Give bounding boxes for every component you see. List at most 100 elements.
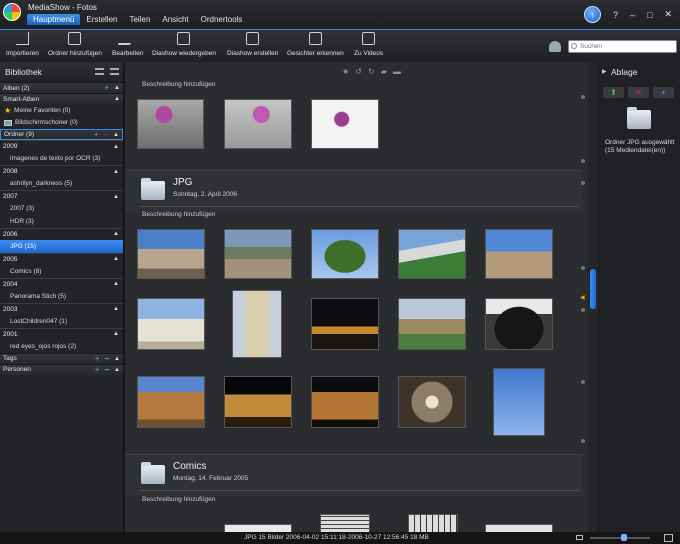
photo-thumbnail[interactable] [398, 229, 466, 279]
create-slideshow-button[interactable]: Diashow erstellen [227, 32, 278, 57]
collapse-icon[interactable]: ▲ [114, 95, 120, 103]
menu-ansicht[interactable]: Ansicht [156, 14, 194, 25]
photo-thumbnail[interactable] [311, 298, 379, 350]
add-person-icon[interactable]: + [95, 365, 100, 374]
folder-item[interactable]: Panorama Stich (5) [0, 290, 123, 303]
to-videos-button[interactable]: Zu Videos [354, 32, 383, 57]
year-2003[interactable]: 2003 ▲ [0, 302, 123, 316]
zoom-out-icon[interactable] [576, 535, 583, 540]
rotate-right-icon[interactable]: ↻ [368, 67, 375, 76]
year-2006[interactable]: 2006 ▲ [0, 227, 123, 241]
search-input[interactable] [569, 41, 676, 52]
collapse-icon[interactable]: ▲ [113, 231, 119, 237]
zoom-in-icon[interactable] [664, 534, 673, 542]
photo-thumbnail[interactable] [311, 99, 379, 149]
photo-thumbnail[interactable] [224, 229, 292, 279]
folder-item[interactable]: LostChildren047 (1) [0, 315, 123, 328]
add-description-link[interactable]: Beschreibung hinzufügen [142, 81, 215, 88]
photo-thumbnail[interactable] [137, 376, 205, 428]
photo-thumbnail[interactable] [485, 229, 553, 279]
photo-thumbnail[interactable] [224, 524, 292, 532]
year-2007[interactable]: 2007 ▲ [0, 190, 123, 203]
update-arrow-icon[interactable]: ↑ [583, 6, 601, 23]
menu-teilen[interactable]: Teilen [123, 14, 156, 25]
restore-button[interactable]: □ [647, 10, 652, 20]
remove-person-icon[interactable]: – [105, 365, 109, 374]
section-tags[interactable]: Tags + – ▲ [0, 352, 123, 364]
section-folders[interactable]: Ordner (9) + – ▲ [0, 129, 123, 140]
collapse-icon[interactable]: ▲ [113, 131, 119, 139]
add-tag-icon[interactable]: + [95, 354, 100, 363]
tray-remove-button[interactable]: ✕ [628, 87, 649, 98]
zoom-slider-knob[interactable] [621, 534, 627, 541]
add-folder-button[interactable]: Ordner hinzufügen [48, 32, 102, 57]
collapse-icon[interactable]: ▲ [114, 355, 120, 363]
photo-thumbnail[interactable] [224, 376, 292, 428]
year-2004[interactable]: 2004 ▲ [0, 277, 123, 291]
collapse-icon[interactable]: ▲ [113, 331, 119, 337]
folder-item[interactable]: imagenes de texto por OCR (3) [0, 153, 123, 166]
collapse-icon[interactable]: ▲ [113, 306, 119, 312]
photo-thumbnail[interactable] [485, 298, 553, 350]
minimize-button[interactable]: – [630, 10, 635, 20]
smart-album-screensaver[interactable]: Bildschirmschoner (0) [0, 117, 123, 130]
remove-tag-icon[interactable]: – [105, 354, 109, 363]
collapse-icon[interactable]: ▲ [114, 366, 120, 374]
folder-icon[interactable]: ▬ [393, 67, 401, 76]
menu-erstellen[interactable]: Erstellen [80, 14, 123, 25]
edit-button[interactable]: Bearbeiten [112, 32, 143, 57]
collapse-icon[interactable]: ▲ [113, 144, 119, 150]
year-2005[interactable]: 2005 ▲ [0, 252, 123, 266]
collapse-icon[interactable]: ▲ [114, 84, 120, 92]
add-description-link[interactable]: Beschreibung hinzufügen [142, 211, 215, 218]
rotate-left-icon[interactable]: ↺ [355, 67, 362, 76]
detail-view-icon[interactable] [110, 68, 119, 75]
vertical-scrollbar[interactable]: ◀ [580, 62, 598, 532]
photo-thumbnail[interactable] [224, 99, 292, 149]
zoom-slider[interactable] [590, 537, 650, 539]
photo-thumbnail[interactable] [137, 229, 205, 279]
section-smart-albums[interactable]: Smart-Alben ▲ [0, 93, 123, 104]
folder-item[interactable]: 2007 (3) [0, 203, 123, 216]
scrollbar-thumb[interactable] [590, 269, 596, 309]
collapse-icon[interactable]: ▲ [113, 169, 119, 175]
collapse-icon[interactable]: ▲ [113, 281, 119, 287]
smart-album-favorites[interactable]: ★ Meine Favoriten (0) [0, 104, 123, 117]
play-slideshow-button[interactable]: Diashow wiedergeben [152, 32, 216, 57]
photo-thumbnail[interactable] [485, 524, 553, 532]
photo-thumbnail[interactable] [493, 368, 545, 436]
tag-icon[interactable]: ▰ [381, 67, 387, 76]
folder-item[interactable]: Comics (8) [0, 265, 123, 278]
photo-thumbnail[interactable] [408, 514, 458, 532]
year-2001[interactable]: 2001 ▲ [0, 327, 123, 341]
photo-thumbnail[interactable] [398, 376, 466, 428]
collapse-icon[interactable]: ▲ [113, 256, 119, 262]
collapse-icon[interactable]: ▲ [113, 194, 119, 200]
add-album-icon[interactable]: + [104, 84, 109, 92]
menu-hauptmenue[interactable]: Hauptmenü [27, 14, 81, 25]
photo-thumbnail[interactable] [311, 229, 379, 279]
import-button[interactable]: Importieren [6, 32, 39, 57]
folder-item[interactable]: HDR (3) [0, 215, 123, 228]
close-button[interactable]: ✕ [664, 9, 672, 20]
recognize-faces-button[interactable]: Gesichter erkennen [287, 32, 344, 57]
help-button[interactable]: ? [613, 10, 618, 20]
folder-item-selected[interactable]: JPG (15) [0, 240, 123, 253]
folder-item[interactable]: red eyes_ojos rojos (2) [0, 340, 123, 353]
photo-thumbnail[interactable] [137, 99, 204, 149]
section-people[interactable]: Personen + – ▲ [0, 363, 123, 375]
user-icon[interactable] [549, 41, 561, 52]
photo-thumbnail[interactable] [311, 376, 379, 428]
folder-item[interactable]: ashrilyn_darkness (5) [0, 178, 123, 191]
photo-thumbnail[interactable] [232, 290, 282, 358]
photo-thumbnail[interactable] [398, 298, 466, 350]
remove-folder-icon[interactable]: – [104, 131, 108, 139]
photo-thumbnail[interactable] [137, 298, 205, 350]
star-icon[interactable]: ★ [342, 67, 349, 76]
photo-thumbnail[interactable] [320, 514, 370, 532]
year-2008[interactable]: 2008 ▲ [0, 165, 123, 178]
menu-ordnertools[interactable]: Ordnertools [195, 14, 249, 25]
add-description-link[interactable]: Beschreibung hinzufügen [142, 496, 215, 503]
year-2009[interactable]: 2009 ▲ [0, 140, 123, 153]
tray-add-button[interactable]: + [653, 87, 674, 98]
